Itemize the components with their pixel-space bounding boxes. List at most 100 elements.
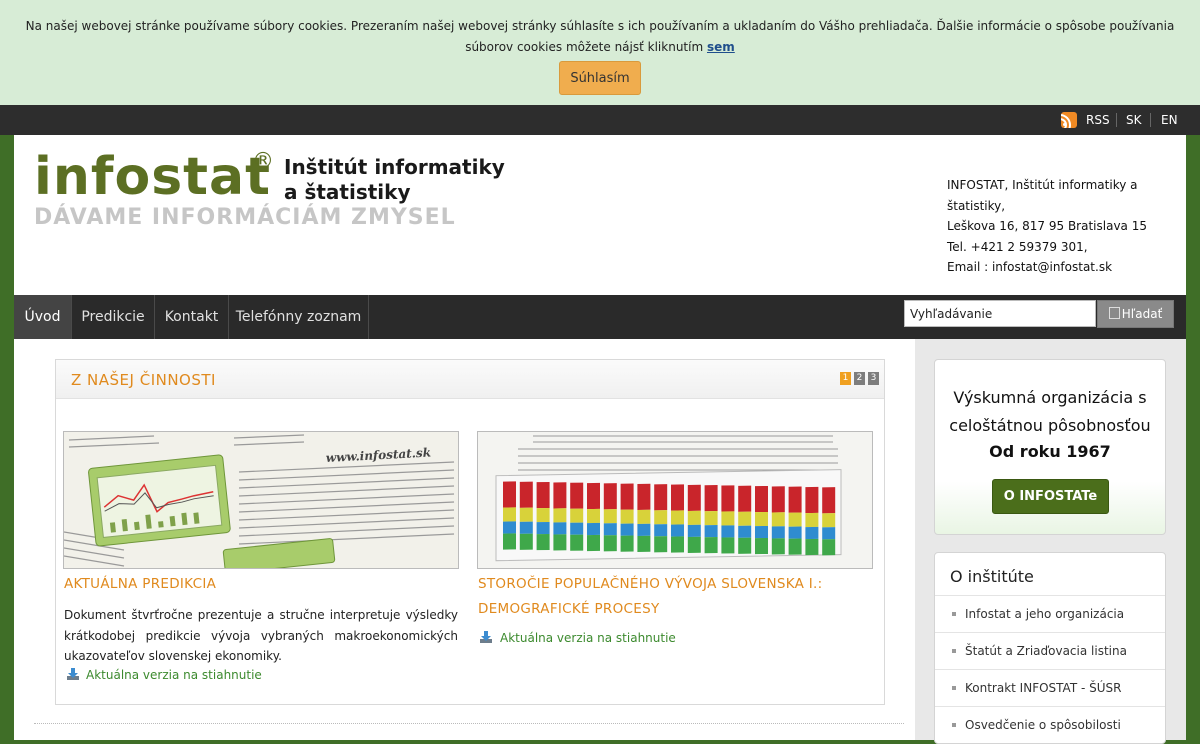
phone: Tel. +421 2 59379 301,: [947, 239, 1088, 254]
search-input[interactable]: [904, 300, 1096, 327]
institute-link-organization[interactable]: Infostat a jeho organizácia: [935, 595, 1165, 633]
institute-link-statute[interactable]: Štatút a Zriaďovacia listina: [935, 632, 1165, 670]
activities-title: Z NAŠEJ ČINNOSTI: [71, 371, 216, 389]
population-bar-segment: [721, 537, 735, 554]
logo-registered-mark: ®: [252, 149, 274, 174]
pager-1[interactable]: 1: [840, 372, 851, 385]
nav-item-telefonny-zoznam[interactable]: Telefónny zoznam: [229, 295, 369, 339]
population-bar-segment: [738, 485, 752, 512]
population-bar-segment: [536, 521, 550, 535]
population-bar-segment: [687, 484, 701, 511]
lang-sk-link[interactable]: SK: [1126, 105, 1142, 135]
population-bar-segment: [788, 486, 802, 513]
population-bar-segment: [721, 511, 735, 526]
search-button[interactable]: Hľadať: [1097, 300, 1174, 328]
institute-title: O inštitúte: [950, 567, 1034, 586]
activities-header: Z NAŠEJ ČINNOSTI 1 2 3: [56, 360, 884, 399]
rss-link[interactable]: RSS: [1086, 105, 1110, 135]
cookie-accept-button[interactable]: Súhlasím: [559, 61, 641, 95]
population-bar-segment: [822, 513, 836, 528]
address-line: Leškova 16, 817 95 Bratislava 15: [947, 219, 1147, 233]
population-bar-segment: [822, 487, 836, 514]
population-bar-segment: [755, 511, 768, 527]
download-prediction-link[interactable]: Aktuálna verzia na stiahnutie: [86, 668, 262, 682]
activities-box: Z NAŠEJ ČINNOSTI 1 2 3 www.infostat.sk A…: [55, 359, 885, 705]
population-bar-segment: [822, 527, 836, 540]
population-bar-segment: [637, 483, 651, 511]
lang-en-link[interactable]: EN: [1161, 105, 1178, 135]
population-thumbnail[interactable]: [477, 431, 873, 569]
population-bar-segment: [805, 538, 819, 556]
population-bar-segment: [603, 535, 617, 552]
population-bar-segment: [771, 526, 785, 539]
institute-link-label: Infostat a jeho organizácia: [965, 607, 1125, 621]
population-bar-segment: [603, 483, 617, 510]
population-bar-segment: [738, 525, 752, 538]
population-bar-segment: [603, 509, 617, 524]
population-bar-segment: [805, 526, 819, 540]
promo-line2: celoštátnou pôsobnosťou: [949, 416, 1151, 435]
cookie-more-link[interactable]: sem: [707, 40, 735, 54]
population-bar-segment: [788, 526, 802, 539]
population-bar-segment: [671, 524, 684, 537]
pager-2[interactable]: 2: [854, 372, 865, 385]
institute-link-certificate[interactable]: Osvedčenie o spôsobilosti: [935, 706, 1165, 744]
population-bar-segment: [536, 481, 550, 509]
population-bar-segment: [587, 482, 600, 510]
population-bar-segment: [788, 512, 802, 527]
population-bar-segment: [553, 508, 567, 523]
population-bar-segment: [704, 511, 718, 526]
about-infostat-button[interactable]: O INFOSTATe: [992, 479, 1109, 514]
population-bar-segment: [704, 485, 718, 512]
population-bar-segment: [771, 486, 785, 513]
top-bar: RSS SK EN: [0, 105, 1200, 135]
pager-3[interactable]: 3: [868, 372, 879, 385]
bullet-icon: [952, 686, 956, 690]
population-bar-segment: [721, 485, 735, 512]
population-bar-segment: [637, 535, 651, 553]
rss-icon[interactable]: [1061, 112, 1077, 128]
population-bar-segment: [503, 521, 516, 534]
nav-item-uvod[interactable]: Úvod: [14, 295, 72, 339]
promo-line1: Výskumná organizácia s: [953, 388, 1147, 407]
nav-item-kontakt[interactable]: Kontakt: [155, 295, 229, 339]
population-bar-segment: [805, 486, 819, 514]
population-bar-segment: [738, 537, 752, 554]
promo-text: Výskumná organizácia s celoštátnou pôsob…: [935, 384, 1165, 440]
bullet-icon: [952, 649, 956, 653]
population-bar-segment: [671, 536, 684, 553]
news-title-prediction[interactable]: AKTUÁLNA PREDIKCIA: [64, 572, 216, 597]
population-bar-segment: [620, 523, 634, 536]
population-bar-segment: [738, 511, 752, 526]
download-population-link[interactable]: Aktuálna verzia na stiahnutie: [500, 631, 676, 645]
logo[interactable]: infostat: [34, 147, 271, 207]
population-bar-segment: [620, 483, 634, 510]
population-bar-segment: [755, 537, 768, 555]
institute-link-contract[interactable]: Kontrakt INFOSTAT - ŠÚSR: [935, 669, 1165, 707]
population-bar-segment: [519, 481, 533, 508]
population-bar-segment: [671, 510, 684, 525]
population-bar-segment: [637, 523, 651, 537]
population-bar-segment: [704, 525, 718, 538]
institute-name-line1: Inštitút informatiky: [284, 155, 505, 179]
bullet-icon: [952, 723, 956, 727]
population-bar-segment: [671, 484, 684, 511]
prediction-thumbnail[interactable]: www.infostat.sk: [63, 431, 459, 569]
population-bar-segment: [805, 512, 819, 528]
nav-item-predikcie[interactable]: Predikcie: [72, 295, 155, 339]
population-bar-segment: [536, 533, 550, 551]
download-icon: [480, 631, 492, 643]
population-bar-segment: [553, 522, 567, 535]
slogan: DÁVAME INFORMÁCIÁM ZMYSEL: [34, 205, 456, 230]
divider: [34, 723, 904, 724]
news-title-population[interactable]: STOROČIE POPULAČNÉHO VÝVOJA SLOVENSKA I.…: [478, 572, 823, 622]
download-icon: [67, 668, 79, 680]
promo-panel: Výskumná organizácia s celoštátnou pôsob…: [934, 359, 1166, 535]
population-bar-segment: [587, 508, 600, 524]
email: Email : infostat@infostat.sk: [947, 260, 1113, 274]
population-bar-segment: [570, 534, 584, 551]
population-bar-segment: [519, 533, 533, 550]
promo-since: Od roku 1967: [989, 442, 1111, 461]
divider: [1150, 113, 1151, 127]
institute-link-label: Osvedčenie o spôsobilosti: [965, 718, 1121, 732]
